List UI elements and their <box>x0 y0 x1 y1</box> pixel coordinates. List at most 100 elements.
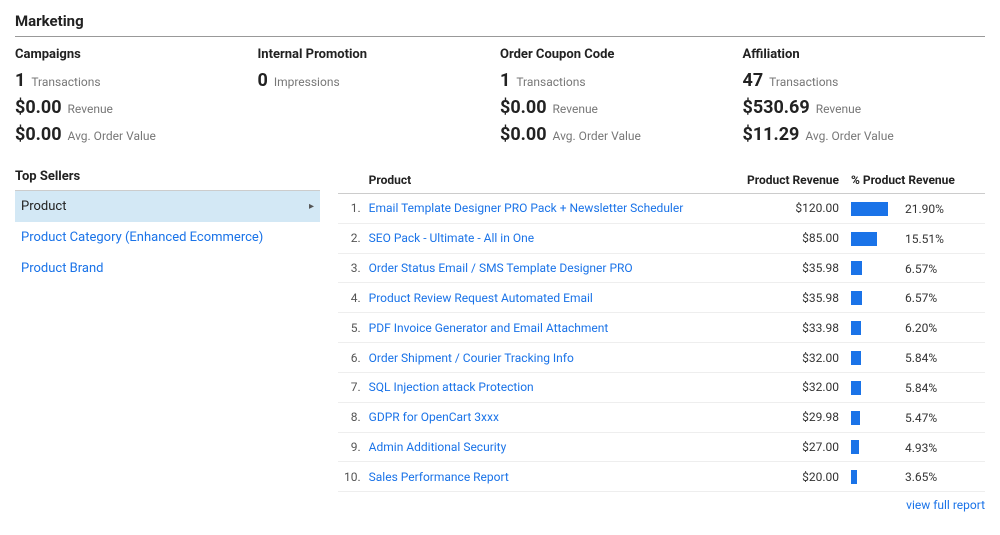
row-pct-revenue: 6.20% <box>845 313 985 343</box>
metric-value: $0.00 <box>500 97 547 118</box>
metric-label: Revenue <box>816 102 861 116</box>
row-index: 10. <box>338 462 363 492</box>
metric-label: Avg. Order Value <box>68 129 156 143</box>
row-index: 2. <box>338 223 363 253</box>
sidebar-item[interactable]: Product Brand <box>15 253 320 284</box>
metric-card: Internal Promotion0Impressions <box>258 47 501 151</box>
row-revenue: $27.00 <box>735 432 845 462</box>
metric-label: Transactions <box>31 75 100 89</box>
metric-line: $0.00Avg. Order Value <box>500 124 743 145</box>
product-link[interactable]: Email Template Designer PRO Pack + Newsl… <box>369 201 684 215</box>
row-revenue: $32.00 <box>735 343 845 373</box>
table-row: 3.Order Status Email / SMS Template Desi… <box>338 253 985 283</box>
metric-label: Transactions <box>769 75 838 89</box>
row-product-cell: PDF Invoice Generator and Email Attachme… <box>363 313 735 343</box>
row-index: 8. <box>338 402 363 432</box>
metric-value: $530.69 <box>743 97 810 118</box>
product-link[interactable]: GDPR for OpenCart 3xxx <box>369 410 499 424</box>
metrics-row: Campaigns1Transactions$0.00Revenue$0.00A… <box>15 47 985 151</box>
pct-text: 21.90% <box>905 202 944 216</box>
row-revenue: $32.00 <box>735 372 845 402</box>
pct-text: 3.65% <box>905 470 937 484</box>
metric-value: 1 <box>500 70 510 91</box>
row-revenue: $35.98 <box>735 283 845 313</box>
pct-bar <box>851 381 901 395</box>
row-pct-revenue: 5.84% <box>845 372 985 402</box>
row-pct-revenue: 5.47% <box>845 402 985 432</box>
metric-label: Revenue <box>68 102 113 116</box>
row-pct-revenue: 15.51% <box>845 223 985 253</box>
pct-bar-fill <box>851 351 861 365</box>
pct-text: 6.57% <box>905 291 937 305</box>
row-index: 9. <box>338 432 363 462</box>
pct-bar-fill <box>851 261 862 275</box>
metric-label: Impressions <box>274 75 340 89</box>
top-sellers-sidebar: Top Sellers Product▸Product Category (En… <box>15 169 320 513</box>
product-link[interactable]: Product Review Request Automated Email <box>369 291 593 305</box>
product-link[interactable]: SQL Injection attack Protection <box>369 380 534 394</box>
pct-bar-fill <box>851 470 857 484</box>
col-pct-product-revenue: % Product Revenue <box>845 169 985 194</box>
table-row: 9. Admin Additional Security $27.00 4.93% <box>338 432 985 462</box>
product-link[interactable]: SEO Pack - Ultimate - All in One <box>369 231 534 245</box>
product-link[interactable]: Admin Additional Security <box>369 440 507 454</box>
metric-value: $0.00 <box>15 124 62 145</box>
metric-label: Transactions <box>516 75 585 89</box>
metric-value: 47 <box>743 70 764 91</box>
metric-line: $0.00Revenue <box>500 97 743 118</box>
metric-card-title: Campaigns <box>15 47 258 62</box>
pct-bar <box>851 261 901 275</box>
metric-line: $11.29 Avg. Order Value <box>743 124 986 145</box>
row-product-cell: Product Review Request Automated Email <box>363 283 735 313</box>
metric-card-title: Order Coupon Code <box>500 47 743 62</box>
row-pct-revenue: 5.84% <box>845 343 985 373</box>
pct-text: 15.51% <box>905 232 944 246</box>
table-row: 10. Sales Performance Report $20.00 3.65% <box>338 462 985 492</box>
pct-text: 5.84% <box>905 351 937 365</box>
row-product-cell: SEO Pack - Ultimate - All in One <box>363 223 735 253</box>
row-product-cell: SQL Injection attack Protection <box>363 372 735 402</box>
metric-value: $11.29 <box>743 124 800 145</box>
row-pct-revenue: 6.57% <box>845 283 985 313</box>
sidebar-item[interactable]: Product Category (Enhanced Ecommerce) <box>15 222 320 253</box>
sidebar-title: Top Sellers <box>15 169 320 191</box>
product-link[interactable]: Order Status Email / SMS Template Design… <box>369 261 633 275</box>
metric-line: 1 Transactions <box>500 70 743 91</box>
row-index: 7. <box>338 372 363 402</box>
row-index: 5. <box>338 313 363 343</box>
metric-label: Avg. Order Value <box>805 129 893 143</box>
row-product-cell: Email Template Designer PRO Pack + Newsl… <box>363 194 735 224</box>
metric-card: Order Coupon Code 1 Transactions $0.00Reven… <box>500 47 743 151</box>
pct-bar-fill <box>851 440 859 454</box>
metric-value: 1 <box>15 70 25 91</box>
row-product-cell: Admin Additional Security <box>363 432 735 462</box>
metric-line: 47 Transactions <box>743 70 986 91</box>
row-product-cell: Sales Performance Report <box>363 462 735 492</box>
metric-value: 0 <box>258 70 268 91</box>
pct-text: 4.93% <box>905 440 937 454</box>
product-link[interactable]: PDF Invoice Generator and Email Attachme… <box>369 321 609 335</box>
sidebar-item[interactable]: Product▸ <box>15 191 320 222</box>
row-product-cell: Order Status Email / SMS Template Design… <box>363 253 735 283</box>
metric-line: $530.69 Revenue <box>743 97 986 118</box>
row-revenue: $20.00 <box>735 462 845 492</box>
row-product-cell: Order Shipment / Courier Tracking Info <box>363 343 735 373</box>
row-revenue: $33.98 <box>735 313 845 343</box>
table-row: 4. Product Review Request Automated Email… <box>338 283 985 313</box>
top-sellers-table-wrap: Product Product Revenue % Product Revenu… <box>338 169 985 513</box>
pct-bar <box>851 321 901 335</box>
row-revenue: $29.98 <box>735 402 845 432</box>
row-index: 1. <box>338 194 363 224</box>
sidebar-item-label: Product <box>21 199 66 214</box>
product-link[interactable]: Order Shipment / Courier Tracking Info <box>369 351 574 365</box>
row-revenue: $85.00 <box>735 223 845 253</box>
pct-bar <box>851 202 901 216</box>
product-link[interactable]: Sales Performance Report <box>369 470 509 484</box>
pct-bar-fill <box>851 321 861 335</box>
row-index: 4. <box>338 283 363 313</box>
table-row: 8. GDPR for OpenCart 3xxx $29.98 5.47% <box>338 402 985 432</box>
view-full-report-link[interactable]: view full report <box>906 498 985 512</box>
pct-text: 5.47% <box>905 411 937 425</box>
section-title-marketing: Marketing <box>15 12 985 37</box>
col-product: Product <box>363 169 735 194</box>
